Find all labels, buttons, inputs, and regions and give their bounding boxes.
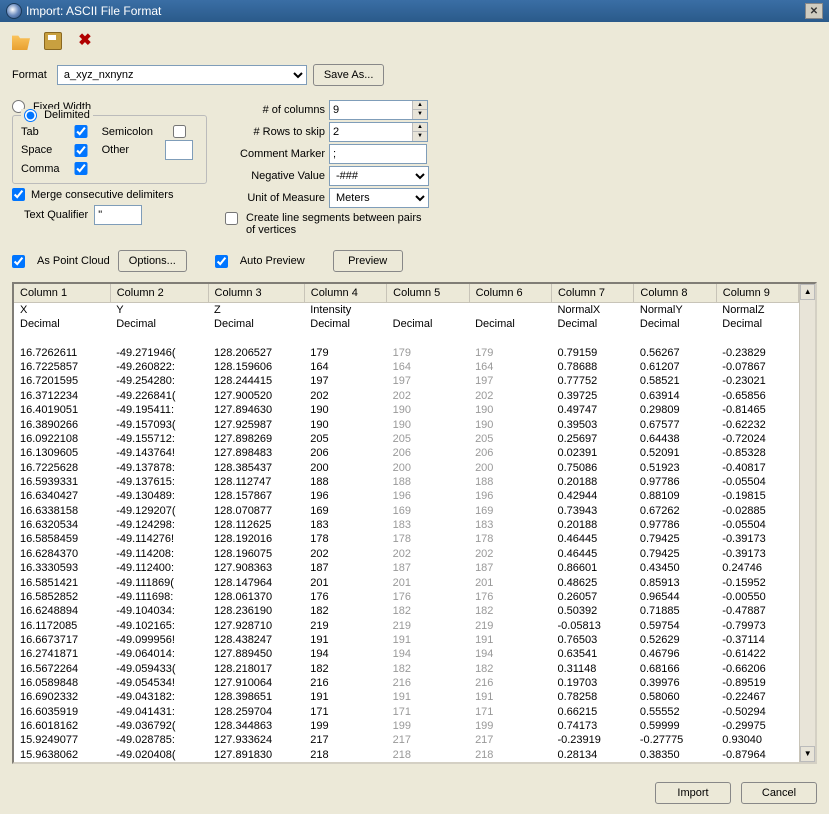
- table-row: 16.6340427-49.130489:128.157867196196196…: [14, 489, 799, 503]
- preview-button[interactable]: Preview: [333, 250, 403, 272]
- table-row: 16.6248894-49.104034:128.236190182182182…: [14, 604, 799, 618]
- open-icon[interactable]: [12, 32, 30, 50]
- column-header[interactable]: Column 9: [716, 284, 799, 303]
- cancel-button[interactable]: Cancel: [741, 782, 817, 804]
- rows-skip-spinner[interactable]: ▲▼: [329, 122, 428, 142]
- comment-marker-input[interactable]: [329, 144, 427, 164]
- unit-measure-select[interactable]: Meters: [329, 188, 429, 208]
- rows-skip-label: # Rows to skip: [225, 126, 325, 138]
- table-row: 16.6338158-49.129207(128.070877169169169…: [14, 504, 799, 518]
- import-button[interactable]: Import: [655, 782, 731, 804]
- column-header[interactable]: Column 7: [551, 284, 633, 303]
- table-row: 16.6018162-49.036792(128.344863199199199…: [14, 719, 799, 733]
- toolbar: ✖: [0, 22, 829, 56]
- text-qualifier-input[interactable]: [94, 205, 142, 225]
- column-header[interactable]: Column 6: [469, 284, 551, 303]
- point-cloud-label: As Point Cloud: [37, 255, 110, 267]
- scroll-up-icon[interactable]: ▲: [800, 284, 815, 300]
- table-row: 16.6902332-49.043182:128.398651191191191…: [14, 690, 799, 704]
- table-row: 16.7201595-49.254280:128.244415197197197…: [14, 374, 799, 388]
- space-label: Space: [21, 144, 64, 156]
- comma-label: Comma: [21, 163, 64, 175]
- delimited-label: Delimited: [44, 109, 90, 121]
- table-row: 16.6035919-49.041431:128.259704171171171…: [14, 705, 799, 719]
- table-row: 16.7225628-49.137878:128.385437200200200…: [14, 460, 799, 474]
- line-segments-checkbox[interactable]: [225, 212, 238, 225]
- titlebar: Import: ASCII File Format ✕: [0, 0, 829, 22]
- unit-measure-label: Unit of Measure: [225, 192, 325, 204]
- delimited-radio[interactable]: [24, 109, 37, 122]
- tab-checkbox[interactable]: [72, 125, 90, 138]
- table-row: 16.5939331-49.137615:128.112747188188188…: [14, 475, 799, 489]
- merge-checkbox[interactable]: [12, 188, 25, 201]
- num-columns-spinner[interactable]: ▲▼: [329, 100, 428, 120]
- table-row: DecimalDecimalDecimalDecimalDecimalDecim…: [14, 317, 799, 331]
- vertical-scrollbar[interactable]: ▲ ▼: [799, 284, 815, 762]
- text-qualifier-label: Text Qualifier: [24, 209, 88, 221]
- point-cloud-checkbox[interactable]: [12, 255, 25, 268]
- column-header[interactable]: Column 1: [14, 284, 110, 303]
- column-header[interactable]: Column 5: [387, 284, 469, 303]
- window-title: Import: ASCII File Format: [26, 4, 161, 18]
- table-row: 16.4019051-49.195411:127.894630190190190…: [14, 403, 799, 417]
- table-row: 16.0922108-49.155712:127.898269205205205…: [14, 432, 799, 446]
- comma-checkbox[interactable]: [72, 162, 90, 175]
- app-icon: [6, 3, 22, 19]
- close-button[interactable]: ✕: [805, 3, 823, 19]
- format-label: Format: [12, 69, 47, 81]
- other-input[interactable]: [165, 140, 193, 160]
- table-row: XYZIntensityNormalXNormalYNormalZ: [14, 303, 799, 317]
- table-row: 15.9638062-49.020408(127.891830218218218…: [14, 748, 799, 762]
- table-row: 16.7262611-49.271946(128.206527179179179…: [14, 346, 799, 360]
- preview-grid: Column 1Column 2Column 3Column 4Column 5…: [12, 282, 817, 764]
- other-label: Other: [102, 144, 158, 156]
- table-row: 16.2741871-49.064014:127.889450194194194…: [14, 647, 799, 661]
- space-checkbox[interactable]: [72, 144, 90, 157]
- options-button[interactable]: Options...: [118, 250, 187, 272]
- table-row: 16.5858459-49.114276!128.192016178178178…: [14, 532, 799, 546]
- table-row: [14, 331, 799, 345]
- table-row: 16.3712234-49.226841(127.900520202202202…: [14, 389, 799, 403]
- auto-preview-label: Auto Preview: [240, 255, 305, 267]
- table-row: 16.5852852-49.111698:128.061370176176176…: [14, 590, 799, 604]
- table-row: 16.3890266-49.157093(127.925987190190190…: [14, 417, 799, 431]
- semicolon-checkbox[interactable]: [165, 125, 194, 138]
- column-header[interactable]: Column 4: [304, 284, 386, 303]
- tab-label: Tab: [21, 126, 64, 138]
- table-row: 16.5672264-49.059433(128.218017182182182…: [14, 661, 799, 675]
- auto-preview-checkbox[interactable]: [215, 255, 228, 268]
- save-icon[interactable]: [44, 32, 62, 50]
- delete-icon[interactable]: ✖: [76, 32, 94, 50]
- column-header[interactable]: Column 2: [110, 284, 208, 303]
- table-row: 16.6320534-49.124298:128.112625183183183…: [14, 518, 799, 532]
- table-row: 16.6284370-49.114208:128.196075202202202…: [14, 547, 799, 561]
- comment-marker-label: Comment Marker: [225, 148, 325, 160]
- scroll-down-icon[interactable]: ▼: [800, 746, 815, 762]
- semicolon-label: Semicolon: [102, 126, 158, 138]
- table-row: 16.6673717-49.099956!128.438247191191191…: [14, 633, 799, 647]
- table-row: 16.1309605-49.143764!127.898483206206206…: [14, 446, 799, 460]
- table-row: 16.5851421-49.111869(128.147964201201201…: [14, 575, 799, 589]
- format-select[interactable]: a_xyz_nxnynz: [57, 65, 307, 85]
- column-header[interactable]: Column 8: [634, 284, 716, 303]
- column-header[interactable]: Column 3: [208, 284, 304, 303]
- negative-value-select[interactable]: -###: [329, 166, 429, 186]
- negative-value-label: Negative Value: [225, 170, 325, 182]
- table-row: 15.9249077-49.028785:127.933624217217217…: [14, 733, 799, 747]
- merge-label: Merge consecutive delimiters: [31, 189, 173, 201]
- save-as-button[interactable]: Save As...: [313, 64, 385, 86]
- table-row: 16.3330593-49.112400:127.908363187187187…: [14, 561, 799, 575]
- table-row: 16.7225857-49.260822:128.159606164164164…: [14, 360, 799, 374]
- num-columns-label: # of columns: [225, 104, 325, 116]
- table-row: 16.0589848-49.054534!127.910064216216216…: [14, 676, 799, 690]
- line-segments-label: Create line segments between pairs of ve…: [246, 212, 425, 236]
- table-row: 16.1172085-49.102165:127.928710219219219…: [14, 618, 799, 632]
